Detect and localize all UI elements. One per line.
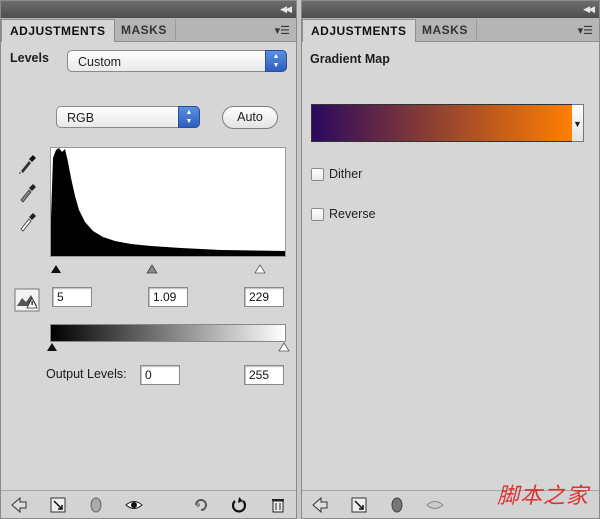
gamma-slider[interactable] (146, 264, 158, 274)
output-black-slider[interactable] (47, 343, 57, 351)
collapse-icon[interactable]: ◀◀ (280, 4, 292, 15)
trash-icon[interactable] (269, 496, 287, 514)
preset-value: Custom (78, 55, 122, 69)
adjustment-title: Gradient Map (310, 52, 390, 66)
output-white-slider[interactable] (278, 342, 290, 352)
input-black-field[interactable]: 5 (52, 287, 92, 307)
channel-value: RGB (67, 111, 95, 125)
back-arrow-icon[interactable] (311, 496, 329, 514)
output-levels-label: Output Levels: (46, 367, 127, 381)
tab-adjustments[interactable]: ADJUSTMENTS (1, 19, 115, 42)
view-previous-state-icon[interactable] (192, 496, 210, 514)
expand-view-icon[interactable] (350, 496, 368, 514)
input-gamma-field[interactable]: 1.09 (148, 287, 188, 307)
channel-select[interactable]: RGB ▲ ▼ (56, 106, 200, 128)
reverse-checkbox[interactable] (311, 208, 324, 221)
output-gradient-bar (50, 324, 286, 342)
white-point-slider[interactable] (254, 264, 266, 274)
tab-bar: ADJUSTMENTS MASKS ▾☰ (1, 18, 296, 42)
input-slider-track[interactable] (50, 263, 286, 275)
chevron-updown-icon: ▲ ▼ (265, 50, 287, 72)
reverse-label: Reverse (329, 207, 376, 221)
clip-to-layer-icon[interactable] (87, 496, 105, 514)
white-eyedropper-icon[interactable] (17, 211, 37, 233)
panel-bottom-toolbar (1, 490, 296, 518)
adjustments-panel-levels: ◀◀ ADJUSTMENTS MASKS ▾☰ Levels Custom ▲ ▼… (0, 0, 297, 519)
back-arrow-icon[interactable] (10, 496, 28, 514)
black-eyedropper-icon[interactable] (17, 153, 37, 175)
output-slider-track[interactable] (45, 341, 293, 353)
dither-label: Dither (329, 167, 363, 181)
histogram-graph (51, 148, 285, 256)
panel-menu-icon[interactable]: ▾☰ (578, 24, 593, 37)
tab-bar: ADJUSTMENTS MASKS ▾☰ (302, 18, 599, 42)
panel-menu-icon[interactable]: ▾☰ (275, 24, 290, 37)
clip-to-layer-icon[interactable] (388, 496, 406, 514)
watermark: 脚本之家 (496, 484, 589, 509)
tab-adjustments[interactable]: ADJUSTMENTS (302, 19, 416, 42)
black-point-slider[interactable] (51, 265, 61, 273)
visibility-eye-icon[interactable] (426, 496, 444, 514)
output-black-field[interactable]: 0 (140, 365, 180, 385)
output-white-field[interactable]: 255 (244, 365, 284, 385)
panel-titlebar: ◀◀ (302, 1, 599, 18)
preset-select[interactable]: Custom ▲ ▼ (67, 50, 287, 72)
adjustments-panel-gradient-map: ◀◀ ADJUSTMENTS MASKS ▾☰ Gradient Map ▼ D… (301, 0, 600, 519)
tab-masks[interactable]: MASKS (414, 19, 477, 42)
input-white-field[interactable]: 229 (244, 287, 284, 307)
chevron-updown-icon: ▲ ▼ (178, 106, 200, 128)
panel-titlebar: ◀◀ (1, 1, 296, 18)
auto-button[interactable]: Auto (222, 106, 278, 129)
collapse-icon[interactable]: ◀◀ (583, 4, 595, 15)
dither-checkbox[interactable] (311, 168, 324, 181)
histogram (50, 147, 286, 257)
visibility-eye-icon[interactable] (125, 496, 143, 514)
clipping-warning-icon[interactable] (14, 288, 40, 312)
gradient-preview[interactable] (311, 104, 573, 142)
gradient-dropdown-arrow-icon[interactable]: ▼ (572, 104, 584, 142)
reset-icon[interactable] (230, 496, 248, 514)
adjustment-title: Levels (10, 51, 49, 65)
gray-eyedropper-icon[interactable] (17, 182, 37, 204)
expand-view-icon[interactable] (49, 496, 67, 514)
tab-masks[interactable]: MASKS (113, 19, 176, 42)
